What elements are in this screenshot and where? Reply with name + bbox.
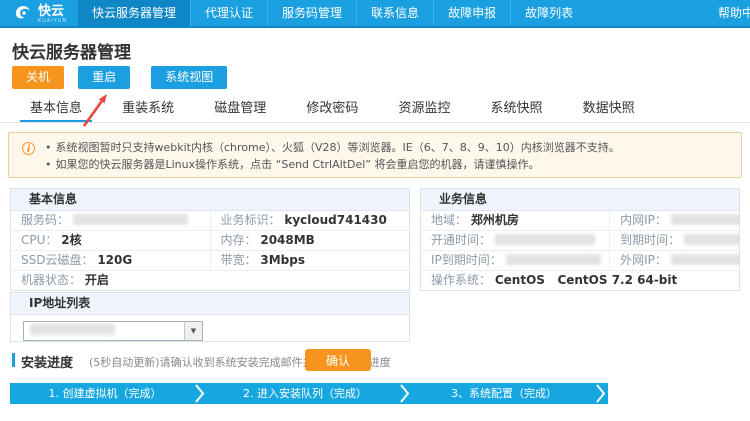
redacted-expire-time <box>684 234 739 245</box>
business-info-panel: 业务信息 地域： 郑州机房 内网IP： 开通时间： 到期时间： IP到期时 <box>420 188 740 291</box>
chevron-right-icon <box>195 384 205 403</box>
logo-title: 快云 <box>38 5 67 18</box>
shutdown-button[interactable]: 关机 <box>12 66 64 89</box>
os-cell: 操作系统： CentOS CentOS 7.2 64-bit <box>421 271 739 290</box>
cpu-cell: CPU： 2核 <box>11 231 210 250</box>
step-system-config: 3、系统配置（完成） <box>410 383 598 404</box>
redacted-ip-expire-time <box>506 254 601 265</box>
nav-item-fault-list[interactable]: 故障列表 <box>510 0 587 26</box>
redacted-lan-ip <box>671 214 739 225</box>
confirm-button[interactable]: 确认 <box>305 349 371 371</box>
redacted-open-time <box>495 234 595 245</box>
open-time-cell: 开通时间： <box>421 231 609 250</box>
basic-info-title: 基本信息 <box>11 189 409 211</box>
chevron-right-icon <box>596 384 606 403</box>
nav-item-server-management[interactable]: 快云服务器管理 <box>78 0 190 26</box>
section-accent-bar <box>12 353 15 367</box>
machine-state-cell: 机器状态： 开启 <box>11 271 409 290</box>
notice-line-1: •系统视图暂时只支持webkit内核（chrome）、火狐（V28）等浏览器。I… <box>45 139 731 156</box>
cloud-swirl-icon <box>13 2 33 26</box>
service-code-cell: 服务码： <box>11 211 210 230</box>
wan-ip-cell: 外网IP： <box>609 251 739 270</box>
table-row: 服务码： 业务标识： kycloud741430 <box>11 211 409 231</box>
region-cell: 地域： 郑州机房 <box>421 211 609 230</box>
ssd-disk-cell: SSD云磁盘： 120G <box>11 251 210 270</box>
ip-list-panel: IP地址列表 ▼ <box>10 292 410 342</box>
table-row: IP到期时间： 外网IP： <box>421 251 739 271</box>
nav-item-fault-report[interactable]: 故障申报 <box>433 0 510 26</box>
main-nav: 快云服务器管理 代理认证 服务码管理 联系信息 故障申报 故障列表 <box>78 0 587 26</box>
nav-item-service-code[interactable]: 服务码管理 <box>267 0 356 26</box>
business-info-title: 业务信息 <box>421 189 739 211</box>
table-row: 机器状态： 开启 <box>11 271 409 290</box>
page-title: 快云服务器管理 <box>12 38 131 63</box>
notice-line-2: •如果您的快云服务器是Linux操作系统，点击 “Send CtrlAltDel… <box>45 156 731 173</box>
step-create-vm: 1. 创建虚拟机（完成） <box>10 383 200 404</box>
ip-address-select[interactable]: ▼ <box>23 321 203 341</box>
lan-ip-cell: 内网IP： <box>609 211 739 230</box>
system-view-button[interactable]: 系统视图 <box>151 66 227 89</box>
table-row: 操作系统： CentOS CentOS 7.2 64-bit <box>421 271 739 290</box>
install-progress-section: 安装进度 (5秒自动更新)请确认收到系统安装完成邮件并不再显示此进度 确认 <box>0 349 750 373</box>
table-row: CPU： 2核 内存： 2048MB <box>11 231 409 251</box>
ip-list-title: IP地址列表 <box>11 293 409 315</box>
install-steps-bar: 1. 创建虚拟机（完成） 2. 进入安装队列（完成） 3、系统配置（完成） <box>10 383 608 404</box>
tab-change-password[interactable]: 修改密码 <box>296 96 368 120</box>
business-id-cell: 业务标识： kycloud741430 <box>210 211 410 230</box>
table-row: 地域： 郑州机房 内网IP： <box>421 211 739 231</box>
logo-subtitle: KUAIYUN <box>38 18 67 24</box>
restart-button[interactable]: 重启 <box>78 66 130 89</box>
basic-info-panel: 基本信息 服务码： 业务标识： kycloud741430 CPU： 2核 内存… <box>10 188 410 291</box>
detail-tabs: 基本信息 重装系统 磁盘管理 修改密码 资源监控 系统快照 数据快照 <box>0 96 750 123</box>
memory-cell: 内存： 2048MB <box>210 231 410 250</box>
nav-item-agent-auth[interactable]: 代理认证 <box>190 0 267 26</box>
tab-disk-management[interactable]: 磁盘管理 <box>204 96 276 120</box>
bandwidth-cell: 带宽： 3Mbps <box>210 251 410 270</box>
tab-resource-monitor[interactable]: 资源监控 <box>388 96 460 120</box>
install-progress-heading: 安装进度 <box>21 352 73 371</box>
tab-basic-info[interactable]: 基本信息 <box>20 96 92 122</box>
step-install-queue: 2. 进入安装队列（完成） <box>205 383 405 404</box>
help-center-link[interactable]: 帮助中心 <box>718 0 750 26</box>
expire-time-cell: 到期时间： <box>609 231 739 250</box>
tab-system-snapshot[interactable]: 系统快照 <box>481 96 553 120</box>
browser-notice: i •系统视图暂时只支持webkit内核（chrome）、火狐（V28）等浏览器… <box>8 132 742 178</box>
dropdown-arrow-icon: ▼ <box>184 322 202 340</box>
chevron-right-icon <box>400 384 410 403</box>
table-row: 开通时间： 到期时间： <box>421 231 739 251</box>
top-navigation-bar: 快云 KUAIYUN 快云服务器管理 代理认证 服务码管理 联系信息 故障申报 … <box>0 0 750 28</box>
action-buttons: 关机 重启 系统视图 <box>12 66 227 89</box>
nav-item-contact-info[interactable]: 联系信息 <box>356 0 433 26</box>
redacted-ip-option <box>30 324 115 335</box>
tab-reinstall-system[interactable]: 重装系统 <box>112 96 184 120</box>
kuaiyun-logo[interactable]: 快云 KUAIYUN <box>13 2 67 26</box>
table-row: SSD云磁盘： 120G 带宽： 3Mbps <box>11 251 409 271</box>
redacted-service-code <box>73 214 188 225</box>
tab-data-snapshot[interactable]: 数据快照 <box>573 96 645 120</box>
info-icon: i <box>22 142 35 155</box>
redacted-wan-ip <box>671 254 739 265</box>
ip-expire-cell: IP到期时间： <box>421 251 609 270</box>
screen: 快云 KUAIYUN 快云服务器管理 代理认证 服务码管理 联系信息 故障申报 … <box>0 0 750 421</box>
